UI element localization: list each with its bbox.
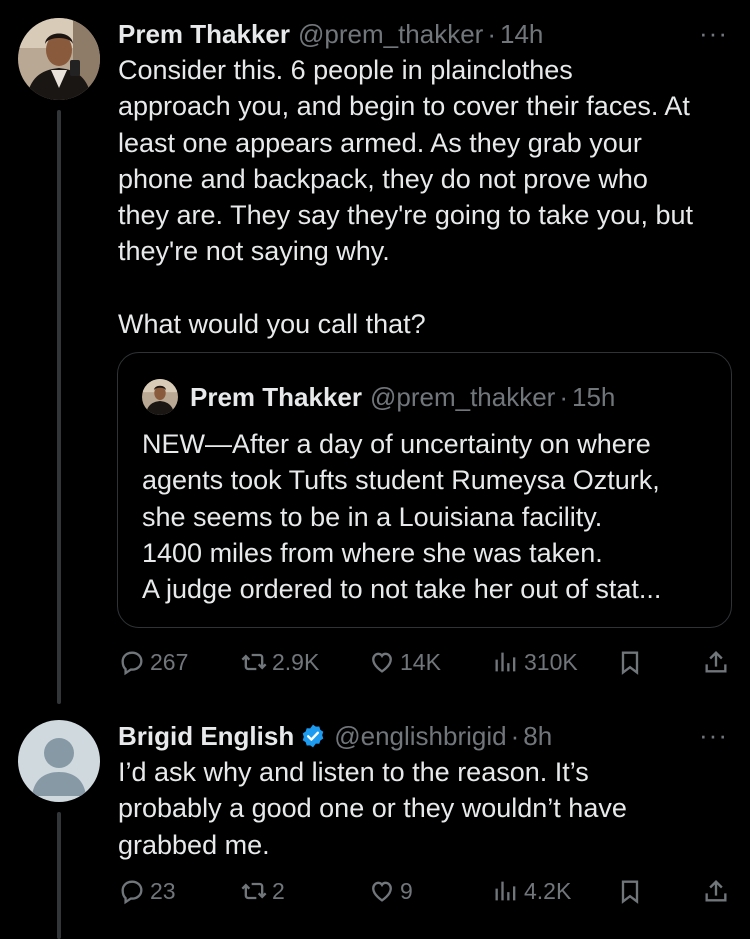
tweet-text: I’d ask why and listen to the reason. It… (118, 757, 627, 860)
like-count: 9 (400, 877, 413, 904)
tweet-header: Prem Thakker @prem_thakker · 14h (118, 14, 543, 54)
reply-icon (121, 880, 143, 905)
separator-dot: · (510, 720, 520, 751)
avatar-quoted-author (142, 379, 178, 415)
bookmark-button[interactable] (616, 873, 644, 909)
heart-icon (372, 652, 392, 673)
quoted-timestamp: 15h (572, 381, 616, 412)
quoted-tweet[interactable]: Prem Thakker @prem_thakker · 15h NEW—Aft… (117, 352, 732, 628)
separator-dot: · (559, 381, 569, 412)
thread-connector (57, 110, 61, 704)
views-button[interactable]: 4.2K (492, 873, 571, 909)
share-icon (705, 651, 727, 673)
analytics-icon (495, 881, 516, 901)
tweet-text: Consider this. 6 people in plainclothes … (118, 55, 694, 340)
repost-icon (241, 882, 267, 900)
view-count: 4.2K (524, 877, 572, 904)
bookmark-button[interactable] (616, 644, 644, 680)
share-button[interactable] (702, 644, 730, 680)
repost-count: 2.9K (272, 648, 320, 675)
more-options-icon[interactable]: ··· (699, 720, 728, 751)
reply-count: 23 (150, 877, 176, 904)
like-count: 14K (400, 648, 441, 675)
tweet-actions: 267 2.9K 14K 310K (118, 644, 732, 680)
author-handle[interactable]: @englishbrigid (334, 721, 506, 752)
avatar-prem-thakker[interactable] (18, 18, 100, 100)
quoted-author-handle: @prem_thakker (369, 381, 556, 412)
share-icon (705, 880, 727, 902)
verified-badge-icon (302, 724, 324, 748)
reply-button[interactable]: 23 (118, 873, 176, 909)
like-button[interactable]: 9 (368, 873, 413, 909)
timestamp[interactable]: 14h (500, 19, 543, 50)
reply-count: 267 (150, 648, 189, 675)
quoted-tweet-header: Prem Thakker @prem_thakker · 15h (190, 379, 615, 415)
share-button[interactable] (702, 873, 730, 909)
tweet-header: Brigid English @englishbrigid · 8h (118, 716, 552, 756)
repost-count: 2 (272, 877, 285, 904)
like-button[interactable]: 14K (368, 644, 441, 680)
author-handle[interactable]: @prem_thakker (298, 19, 483, 50)
bookmark-icon (621, 880, 639, 904)
tweet-brigid-english[interactable]: Brigid English @englishbrigid · 8h ··· I… (0, 716, 750, 939)
reply-icon (121, 651, 143, 676)
analytics-icon (495, 652, 516, 672)
avatar-brigid-english[interactable] (18, 720, 100, 802)
heart-icon (372, 881, 392, 902)
tweet-actions: 23 2 9 4.2K (118, 873, 732, 909)
view-count: 310K (524, 648, 578, 675)
repost-icon (241, 653, 267, 671)
separator-dot: · (487, 18, 497, 49)
reply-button[interactable]: 267 (118, 644, 188, 680)
author-name[interactable]: Prem Thakker (118, 19, 290, 50)
timestamp[interactable]: 8h (523, 721, 552, 752)
thread-connector (57, 812, 61, 939)
quoted-author-name: Prem Thakker (190, 381, 362, 412)
bookmark-icon (621, 651, 639, 675)
tweet-prem-thakker[interactable]: Prem Thakker @prem_thakker · 14h ··· Con… (0, 14, 750, 704)
repost-button[interactable]: 2.9K (240, 644, 319, 680)
views-button[interactable]: 310K (492, 644, 578, 680)
quoted-tweet-text: NEW—After a day of uncertainty on where … (142, 429, 662, 605)
repost-button[interactable]: 2 (240, 873, 285, 909)
more-options-icon[interactable]: ··· (699, 18, 728, 49)
author-name[interactable]: Brigid English (118, 721, 294, 752)
